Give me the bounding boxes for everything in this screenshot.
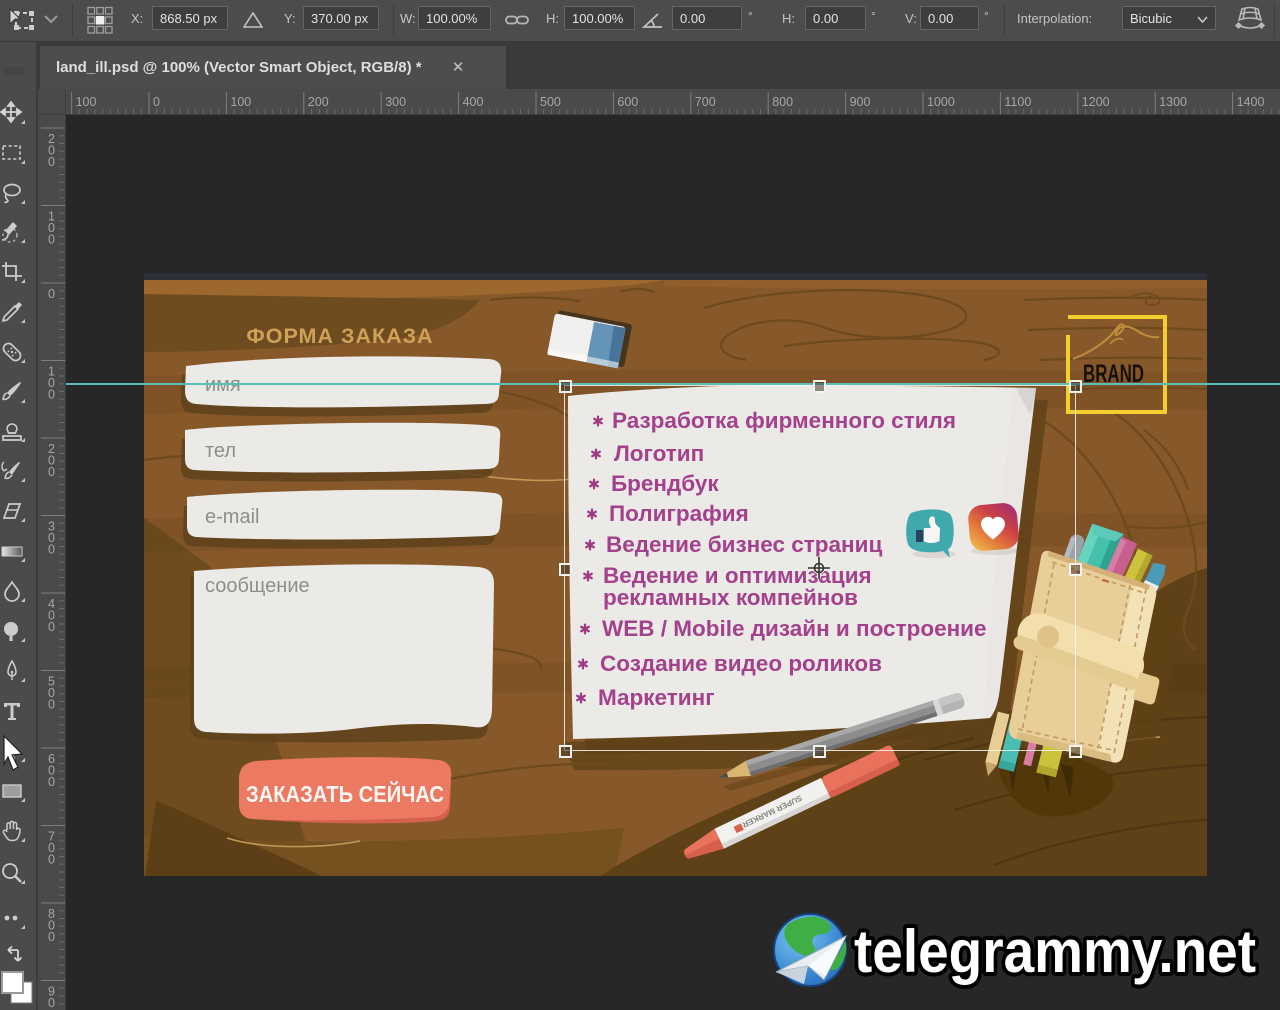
svg-text:0: 0 [48, 620, 55, 634]
svg-text:рекламных компейнов: рекламных компейнов [603, 585, 858, 610]
svg-text:0: 0 [48, 775, 55, 789]
svg-text:1100: 1100 [1004, 95, 1031, 109]
svg-text:Брендбук: Брендбук [611, 471, 719, 496]
svg-text:600: 600 [617, 95, 638, 109]
svg-text:1000: 1000 [927, 95, 955, 109]
svg-text:telegrammy.net: telegrammy.net [854, 918, 1256, 985]
svg-text:300: 300 [385, 95, 406, 109]
svg-text:ЗАКАЗАТЬ СЕЙЧАС: ЗАКАЗАТЬ СЕЙЧАС [246, 780, 444, 807]
svg-text:900: 900 [850, 95, 871, 109]
svg-text:Полиграфия: Полиграфия [609, 501, 749, 526]
svg-text:имя: имя [205, 374, 241, 396]
svg-text:WEB / Mobile дизайн и построен: WEB / Mobile дизайн и построение [602, 616, 987, 641]
svg-text:тел: тел [205, 440, 236, 462]
svg-text:1300: 1300 [1159, 95, 1187, 109]
svg-text:Ведение бизнес страниц: Ведение бизнес страниц [606, 532, 882, 557]
svg-text:сообщение: сообщение [205, 575, 310, 597]
svg-text:500: 500 [540, 95, 561, 109]
svg-text:0: 0 [153, 95, 160, 109]
svg-text:Создание видео роликов: Создание видео роликов [600, 651, 882, 676]
svg-text:800: 800 [772, 95, 793, 109]
svg-text:1400: 1400 [1237, 95, 1265, 109]
svg-text:0: 0 [48, 233, 55, 247]
svg-text:Разработка фирменного стиля: Разработка фирменного стиля [612, 408, 956, 433]
svg-text:400: 400 [463, 95, 484, 109]
svg-text:0: 0 [48, 465, 55, 479]
svg-text:0: 0 [48, 930, 55, 944]
svg-text:0: 0 [48, 287, 55, 301]
svg-text:Логотип: Логотип [614, 441, 704, 466]
svg-text:0: 0 [48, 155, 55, 169]
svg-text:0: 0 [48, 853, 55, 867]
svg-text:0: 0 [48, 698, 55, 712]
svg-text:700: 700 [695, 95, 716, 109]
svg-text:1200: 1200 [1082, 95, 1110, 109]
svg-text:Маркетинг: Маркетинг [598, 685, 715, 710]
svg-text:0: 0 [48, 996, 55, 1010]
svg-text:0: 0 [48, 388, 55, 402]
svg-text:0: 0 [48, 543, 55, 557]
svg-text:e-mail: e-mail [205, 506, 259, 528]
svg-text:100: 100 [230, 95, 251, 109]
svg-text:200: 200 [308, 95, 329, 109]
svg-text:100: 100 [76, 95, 97, 109]
svg-text:ФОРМА ЗАКАЗА: ФОРМА ЗАКАЗА [246, 324, 433, 348]
